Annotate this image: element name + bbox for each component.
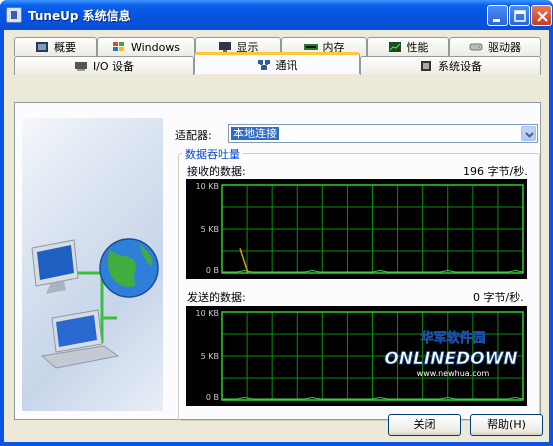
tick-label: 5 KB	[201, 225, 219, 234]
summary-icon	[36, 42, 48, 52]
tab-panel: 适配器: 本地连接 数据吞吐量 接收的数据: 196 字节/秒. 10 KB 5 …	[14, 102, 541, 421]
tab-drives[interactable]: 驱动器	[449, 37, 541, 56]
tab-system-devices[interactable]: 系统设备	[360, 56, 541, 75]
io-device-icon	[74, 62, 87, 71]
tab-label: 通讯	[275, 58, 298, 72]
network-illustration	[22, 118, 163, 411]
performance-icon	[388, 42, 401, 52]
help-button[interactable]: 帮助(H)	[470, 414, 543, 436]
windows-icon	[112, 42, 124, 51]
tick-label: 10 KB	[196, 309, 219, 318]
network-computers-illustration	[31, 238, 159, 369]
received-graph: 10 KB 5 KB 0 B	[186, 179, 527, 279]
tab-windows[interactable]: Windows	[97, 37, 195, 56]
tick-label: 10 KB	[196, 182, 219, 191]
window-title: TuneUp 系统信息	[28, 9, 131, 23]
svg-text:www.newhua.com: www.newhua.com	[417, 369, 490, 378]
adapter-select-value: 本地连接	[231, 127, 279, 140]
close-window-button[interactable]	[531, 5, 552, 26]
tab-io-devices[interactable]: I/O 设备	[14, 56, 194, 75]
app-window: TuneUp 系统信息 概要 Windows 显示 内存 性能 驱动器 I/O …	[0, 0, 553, 446]
close-button[interactable]: 关闭	[388, 414, 461, 436]
chevron-down-icon	[525, 132, 534, 138]
tick-label: 0 B	[206, 266, 219, 275]
minimize-button[interactable]	[487, 5, 508, 26]
close-icon	[537, 11, 548, 22]
adapter-select[interactable]: 本地连接	[228, 124, 538, 143]
tab-label: Windows	[130, 40, 181, 54]
throughput-title: 数据吞吐量	[182, 146, 243, 162]
title-bar[interactable]: TuneUp 系统信息	[0, 0, 553, 30]
received-rate: 196 字节/秒.	[463, 165, 528, 178]
tab-performance[interactable]: 性能	[367, 37, 449, 56]
app-icon	[6, 7, 22, 23]
maximize-button[interactable]	[509, 5, 530, 26]
tab-label: 概要	[54, 41, 76, 54]
drive-icon	[469, 43, 483, 51]
tab-label: 性能	[406, 41, 429, 54]
svg-text:华军软件园: 华军软件园	[420, 330, 485, 346]
network-icon	[257, 59, 270, 70]
dropdown-arrow-button[interactable]	[521, 126, 536, 141]
tab-communication[interactable]: 通讯	[194, 52, 360, 74]
adapter-label: 适配器:	[175, 129, 212, 142]
maximize-icon	[514, 10, 526, 22]
dialog-client: 概要 Windows 显示 内存 性能 驱动器 I/O 设备 通讯 系统设备 适…	[4, 30, 549, 442]
sent-label: 发送的数据:	[187, 291, 246, 304]
received-label: 接收的数据:	[187, 165, 246, 178]
tab-label: I/O 设备	[92, 60, 135, 73]
tab-label: 系统设备	[438, 60, 482, 73]
tick-label: 5 KB	[201, 352, 219, 361]
sent-graph: 10 KB 5 KB 0 B 华军软件园 ONLINEDOWN www.newhua.co…	[186, 306, 527, 406]
svg-text:ONLINEDOWN: ONLINEDOWN	[384, 349, 517, 369]
tab-summary[interactable]: 概要	[14, 37, 97, 56]
system-device-icon	[421, 61, 431, 71]
tick-label: 0 B	[206, 393, 219, 402]
sent-rate: 0 字节/秒.	[473, 291, 524, 304]
tab-label: 驱动器	[488, 41, 521, 54]
minimize-icon	[493, 19, 500, 22]
